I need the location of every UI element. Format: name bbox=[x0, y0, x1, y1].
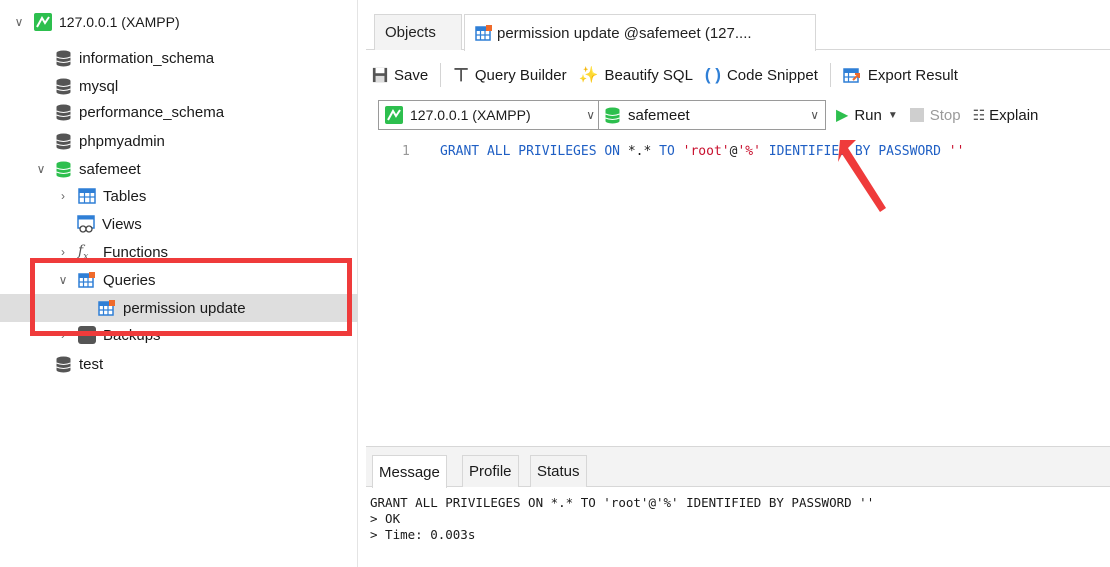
query-builder-button[interactable]: ⊤ Query Builder bbox=[447, 61, 572, 89]
tree-tables[interactable]: › Tables bbox=[56, 182, 146, 210]
tree-db-information-schema[interactable]: information_schema bbox=[56, 44, 214, 72]
play-icon: ▶ bbox=[836, 107, 849, 124]
database-icon bbox=[56, 50, 71, 66]
sql-keyword: GRANT ALL PRIVILEGES ON bbox=[440, 144, 628, 159]
sql-wildcard: *.* bbox=[627, 144, 652, 159]
run-dropdown-icon[interactable]: ▼ bbox=[888, 110, 898, 121]
message-line: GRANT ALL PRIVILEGES ON *.* TO 'root'@'%… bbox=[370, 495, 875, 510]
stop-label: Stop bbox=[929, 106, 961, 124]
message-line: > Time: 0.003s bbox=[370, 527, 476, 542]
query-editor-pane: Objects permission update @safemeet (127… bbox=[366, 0, 1110, 567]
database-select-value: safemeet bbox=[628, 106, 690, 124]
export-result-label: Export Result bbox=[867, 66, 958, 84]
tree-db-label: safemeet bbox=[79, 160, 141, 178]
explain-icon: ☷ bbox=[972, 106, 986, 123]
annotation-highlight-box bbox=[30, 258, 352, 336]
query-icon bbox=[475, 25, 492, 41]
connection-select-value: 127.0.0.1 (XAMPP) bbox=[410, 107, 531, 123]
export-icon bbox=[843, 68, 860, 83]
database-open-icon bbox=[56, 161, 71, 177]
tree-db-phpmyadmin[interactable]: phpmyadmin bbox=[56, 127, 165, 155]
tab-objects-label: Objects bbox=[385, 24, 436, 41]
tree-db-mysql[interactable]: mysql bbox=[56, 72, 118, 100]
sql-editor[interactable]: 1 GRANT ALL PRIVILEGES ON *.* TO 'root'@… bbox=[366, 138, 1110, 444]
code-snippet-button[interactable]: ( ) Code Snippet bbox=[699, 61, 824, 89]
result-panel: Message Profile Status GRANT ALL PRIVILE… bbox=[366, 446, 1110, 567]
save-icon bbox=[372, 67, 388, 83]
database-icon bbox=[56, 104, 71, 120]
explain-label: Explain bbox=[989, 106, 1039, 124]
code-snippet-label: Code Snippet bbox=[726, 66, 818, 84]
main-toolbar: Save ⊤ Query Builder ✨ Beautify SQL ( ) … bbox=[366, 58, 1110, 92]
tab-objects[interactable]: Objects bbox=[374, 14, 462, 50]
connection-toolbar: 127.0.0.1 (XAMPP) ∨ safemeet ∨ ▶ Run ▼ S… bbox=[366, 98, 1110, 132]
tab-bar: Objects permission update @safemeet (127… bbox=[366, 14, 1110, 51]
tree-db-label: information_schema bbox=[79, 49, 215, 67]
mysql-connection-icon bbox=[34, 13, 52, 31]
explain-button[interactable]: ☷ Explain bbox=[967, 101, 1045, 129]
chevron-down-icon[interactable]: ∨ bbox=[12, 15, 26, 29]
tree-connection-label: 127.0.0.1 (XAMPP) bbox=[59, 14, 180, 30]
query-builder-icon: ⊤ bbox=[453, 64, 469, 85]
database-icon bbox=[56, 133, 71, 149]
tree-db-performance-schema[interactable]: performance_schema bbox=[56, 98, 224, 126]
stop-button[interactable]: Stop bbox=[904, 101, 967, 129]
mysql-connection-icon bbox=[385, 106, 403, 124]
connection-select[interactable]: 127.0.0.1 (XAMPP) ∨ bbox=[378, 100, 602, 130]
sql-string: 'root' bbox=[682, 144, 730, 159]
tree-views-label: Views bbox=[102, 215, 142, 233]
tree-tables-label: Tables bbox=[103, 187, 147, 205]
tab-profile[interactable]: Profile bbox=[462, 455, 519, 487]
tree-db-test[interactable]: test bbox=[56, 350, 103, 378]
magic-wand-icon: ✨ bbox=[578, 67, 599, 84]
view-icon bbox=[77, 215, 95, 233]
beautify-sql-button[interactable]: ✨ Beautify SQL bbox=[573, 61, 699, 89]
run-label: Run bbox=[854, 106, 882, 124]
sql-keyword: TO bbox=[651, 144, 683, 159]
export-result-button[interactable]: Export Result bbox=[837, 61, 964, 89]
database-select[interactable]: safemeet ∨ bbox=[598, 100, 826, 130]
tab-query[interactable]: permission update @safemeet (127.... bbox=[464, 14, 816, 51]
database-icon bbox=[56, 356, 71, 372]
save-button[interactable]: Save bbox=[366, 61, 434, 89]
chevron-right-icon[interactable]: › bbox=[56, 245, 70, 259]
tree-connection-xampp[interactable]: ∨ 127.0.0.1 (XAMPP) bbox=[12, 8, 180, 36]
tab-status-label: Status bbox=[537, 463, 580, 480]
beautify-sql-label: Beautify SQL bbox=[604, 66, 693, 84]
tree-db-safemeet[interactable]: ∨ safemeet bbox=[34, 155, 141, 183]
tab-message[interactable]: Message bbox=[372, 455, 447, 488]
chevron-down-icon: ∨ bbox=[810, 108, 819, 122]
message-output: GRANT ALL PRIVILEGES ON *.* TO 'root'@'%… bbox=[370, 495, 874, 543]
query-builder-label: Query Builder bbox=[474, 66, 567, 84]
tree-db-label: phpmyadmin bbox=[79, 132, 165, 150]
tree-views[interactable]: Views bbox=[77, 210, 142, 238]
tab-status[interactable]: Status bbox=[530, 455, 587, 487]
database-icon bbox=[56, 78, 71, 94]
tab-message-label: Message bbox=[379, 463, 440, 481]
sql-string: '' bbox=[948, 144, 965, 159]
navigation-tree: ∨ 127.0.0.1 (XAMPP) information_schema m… bbox=[0, 0, 358, 567]
tab-query-label: permission update @safemeet (127.... bbox=[497, 24, 752, 42]
tree-db-label: performance_schema bbox=[79, 103, 225, 121]
code-snippet-icon: ( ) bbox=[704, 65, 721, 84]
database-open-icon bbox=[605, 107, 620, 123]
tree-db-label: test bbox=[79, 355, 104, 373]
run-button[interactable]: ▶ Run ▼ bbox=[830, 101, 904, 129]
chevron-down-icon: ∨ bbox=[586, 108, 595, 122]
toolbar-divider bbox=[440, 63, 442, 87]
message-line: > OK bbox=[370, 511, 401, 526]
toolbar-divider bbox=[829, 63, 831, 87]
chevron-right-icon[interactable]: › bbox=[56, 189, 70, 203]
chevron-down-icon[interactable]: ∨ bbox=[34, 162, 48, 176]
annotation-arrow-icon bbox=[838, 140, 886, 212]
sql-string: '%' bbox=[737, 144, 761, 159]
save-label: Save bbox=[394, 66, 429, 84]
result-tab-bar: Message Profile Status bbox=[366, 447, 1110, 488]
tab-profile-label: Profile bbox=[469, 463, 512, 480]
line-number: 1 bbox=[402, 144, 410, 159]
stop-icon bbox=[909, 108, 924, 122]
tree-db-label: mysql bbox=[79, 77, 119, 95]
table-icon bbox=[78, 188, 96, 204]
